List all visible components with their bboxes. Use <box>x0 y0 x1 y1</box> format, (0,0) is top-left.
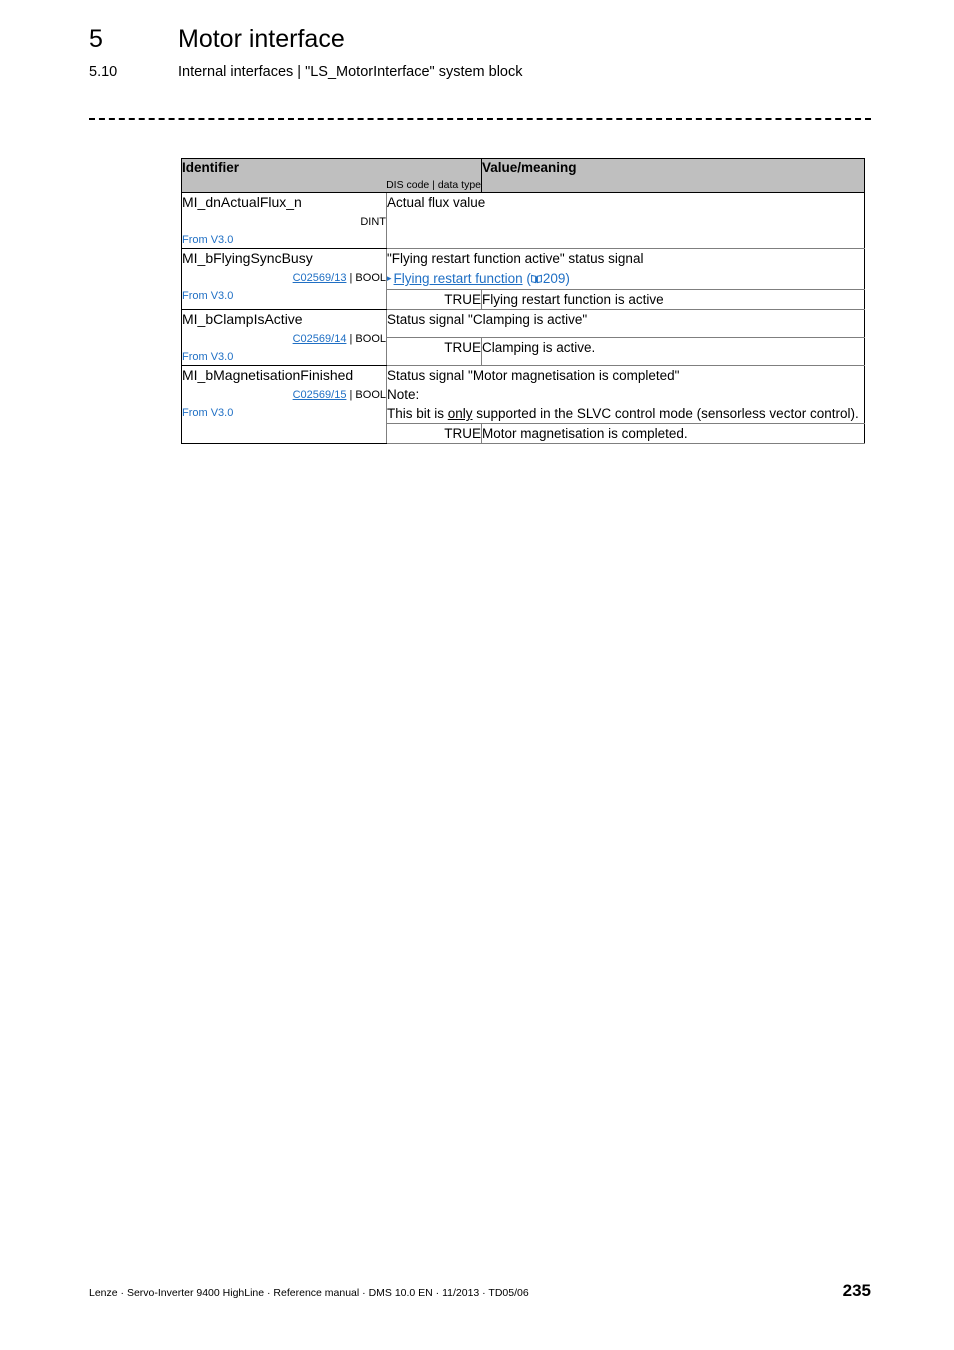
identifier-dis-code-line: C02569/15 | BOOL <box>182 388 386 403</box>
section-number: 5.10 <box>89 64 118 80</box>
table-header-row: Identifier DIS code | data type Value/me… <box>180 158 866 193</box>
book-icon <box>530 270 542 289</box>
value-cell: Actual flux value <box>385 192 866 249</box>
identifier-cell: MI_bMagnetisationFinished C02569/15 | BO… <box>181 365 387 444</box>
column-subheader-value-spacer <box>482 178 864 192</box>
value-cell: Status signal "Clamping is active" <box>385 309 866 338</box>
note-body: This bit is only supported in the SLVC c… <box>387 404 864 423</box>
dis-code-link[interactable]: C02569/13 <box>293 272 347 284</box>
data-type-label: BOOL <box>355 333 386 345</box>
identifier-from-version: From V3.0 <box>182 234 234 246</box>
note-label: Note: <box>387 387 420 402</box>
page-number: 209 <box>542 271 566 286</box>
true-label-cell: TRUE <box>385 289 483 310</box>
footer-page-number: 235 <box>842 1281 871 1300</box>
identifier-name: MI_bClampIsActive <box>182 311 303 327</box>
column-header-identifier: Identifier <box>182 160 240 175</box>
table-row: MI_bFlyingSyncBusy C02569/13 | BOOL From… <box>181 248 866 310</box>
identifier-name: MI_bFlyingSyncBusy <box>182 250 313 266</box>
true-meaning-cell: Flying restart function is active <box>481 289 866 310</box>
spec-table: Identifier DIS code | data type Value/me… <box>180 158 866 444</box>
identifier-cell: MI_bClampIsActive C02569/14 | BOOL From … <box>181 309 387 366</box>
identifier-cell: MI_dnActualFlux_n DINT From V3.0 <box>181 192 387 249</box>
value-spacer <box>387 212 864 231</box>
identifier-datatype: DINT <box>182 215 386 230</box>
triangle-bullet-icon: ▸ <box>387 273 392 283</box>
value-description: Status signal "Clamping is active" <box>387 312 588 327</box>
chapter-title: Motor interface <box>178 25 345 53</box>
table-row: MI_dnActualFlux_n DINT From V3.0 Actual … <box>181 192 866 249</box>
cross-reference-line: ▸ Flying restart function (209) <box>387 269 864 289</box>
value-description: Status signal "Motor magnetisation is co… <box>387 368 680 383</box>
header-divider <box>89 118 871 120</box>
data-type-label: DINT <box>360 216 386 228</box>
table-row: MI_bClampIsActive C02569/14 | BOOL From … <box>181 309 866 366</box>
identifier-from-version: From V3.0 <box>182 351 234 363</box>
note-body-pre: This bit is <box>387 406 448 421</box>
true-label-cell: TRUE <box>385 423 483 444</box>
value-description: "Flying restart function active" status … <box>387 251 644 266</box>
true-meaning-cell: Motor magnetisation is completed. <box>481 423 866 444</box>
table-row: MI_bMagnetisationFinished C02569/15 | BO… <box>181 365 866 444</box>
identifier-dis-code-line: C02569/14 | BOOL <box>182 332 386 347</box>
true-label-cell: TRUE <box>385 337 483 366</box>
section-heading: 5.10 Internal interfaces | "LS_MotorInte… <box>89 63 889 81</box>
header-cell-identifier: Identifier DIS code | data type <box>180 158 483 193</box>
footer-imprint: Lenze · Servo-Inverter 9400 HighLine · R… <box>89 1287 529 1299</box>
identifier-dis-code-line: C02569/13 | BOOL <box>182 271 386 286</box>
page-footer: Lenze · Servo-Inverter 9400 HighLine · R… <box>89 1281 871 1301</box>
document-page: { "header": { "chapter_number": "5", "ch… <box>0 0 954 1350</box>
identifier-cell: MI_bFlyingSyncBusy C02569/13 | BOOL From… <box>181 248 387 310</box>
value-description: Actual flux value <box>387 195 486 210</box>
identifier-name: MI_dnActualFlux_n <box>182 194 302 210</box>
spec-table-wrapper: Identifier DIS code | data type Value/me… <box>180 158 866 444</box>
data-type-label: BOOL <box>355 389 386 401</box>
page-reference: (209) <box>526 271 570 286</box>
identifier-name: MI_bMagnetisationFinished <box>182 367 354 383</box>
chapter-number: 5 <box>89 25 103 53</box>
section-title: Internal interfaces | "LS_MotorInterface… <box>178 64 523 80</box>
header-cell-value: Value/meaning <box>481 158 866 193</box>
note-body-post: supported in the SLVC control mode (sens… <box>472 406 859 421</box>
column-header-value: Value/meaning <box>482 160 577 175</box>
note-body-emphasis: only <box>447 406 473 421</box>
identifier-from-version: From V3.0 <box>182 290 234 302</box>
true-meaning-cell: Clamping is active. <box>481 337 866 366</box>
page-header: 5 Motor interface 5.10 Internal interfac… <box>89 24 889 81</box>
dis-code-link[interactable]: C02569/15 <box>293 389 347 401</box>
value-cell: Status signal "Motor magnetisation is co… <box>385 365 866 424</box>
dis-code-link[interactable]: C02569/14 <box>293 333 347 345</box>
cross-reference-link[interactable]: Flying restart function <box>394 271 523 286</box>
value-cell: "Flying restart function active" status … <box>385 248 866 290</box>
data-type-label: BOOL <box>355 272 386 284</box>
identifier-from-version: From V3.0 <box>182 407 234 419</box>
chapter-heading: 5 Motor interface <box>89 24 889 54</box>
column-subheader-dis-code: DIS code | data type <box>386 179 482 191</box>
paren-close: ) <box>565 271 570 286</box>
